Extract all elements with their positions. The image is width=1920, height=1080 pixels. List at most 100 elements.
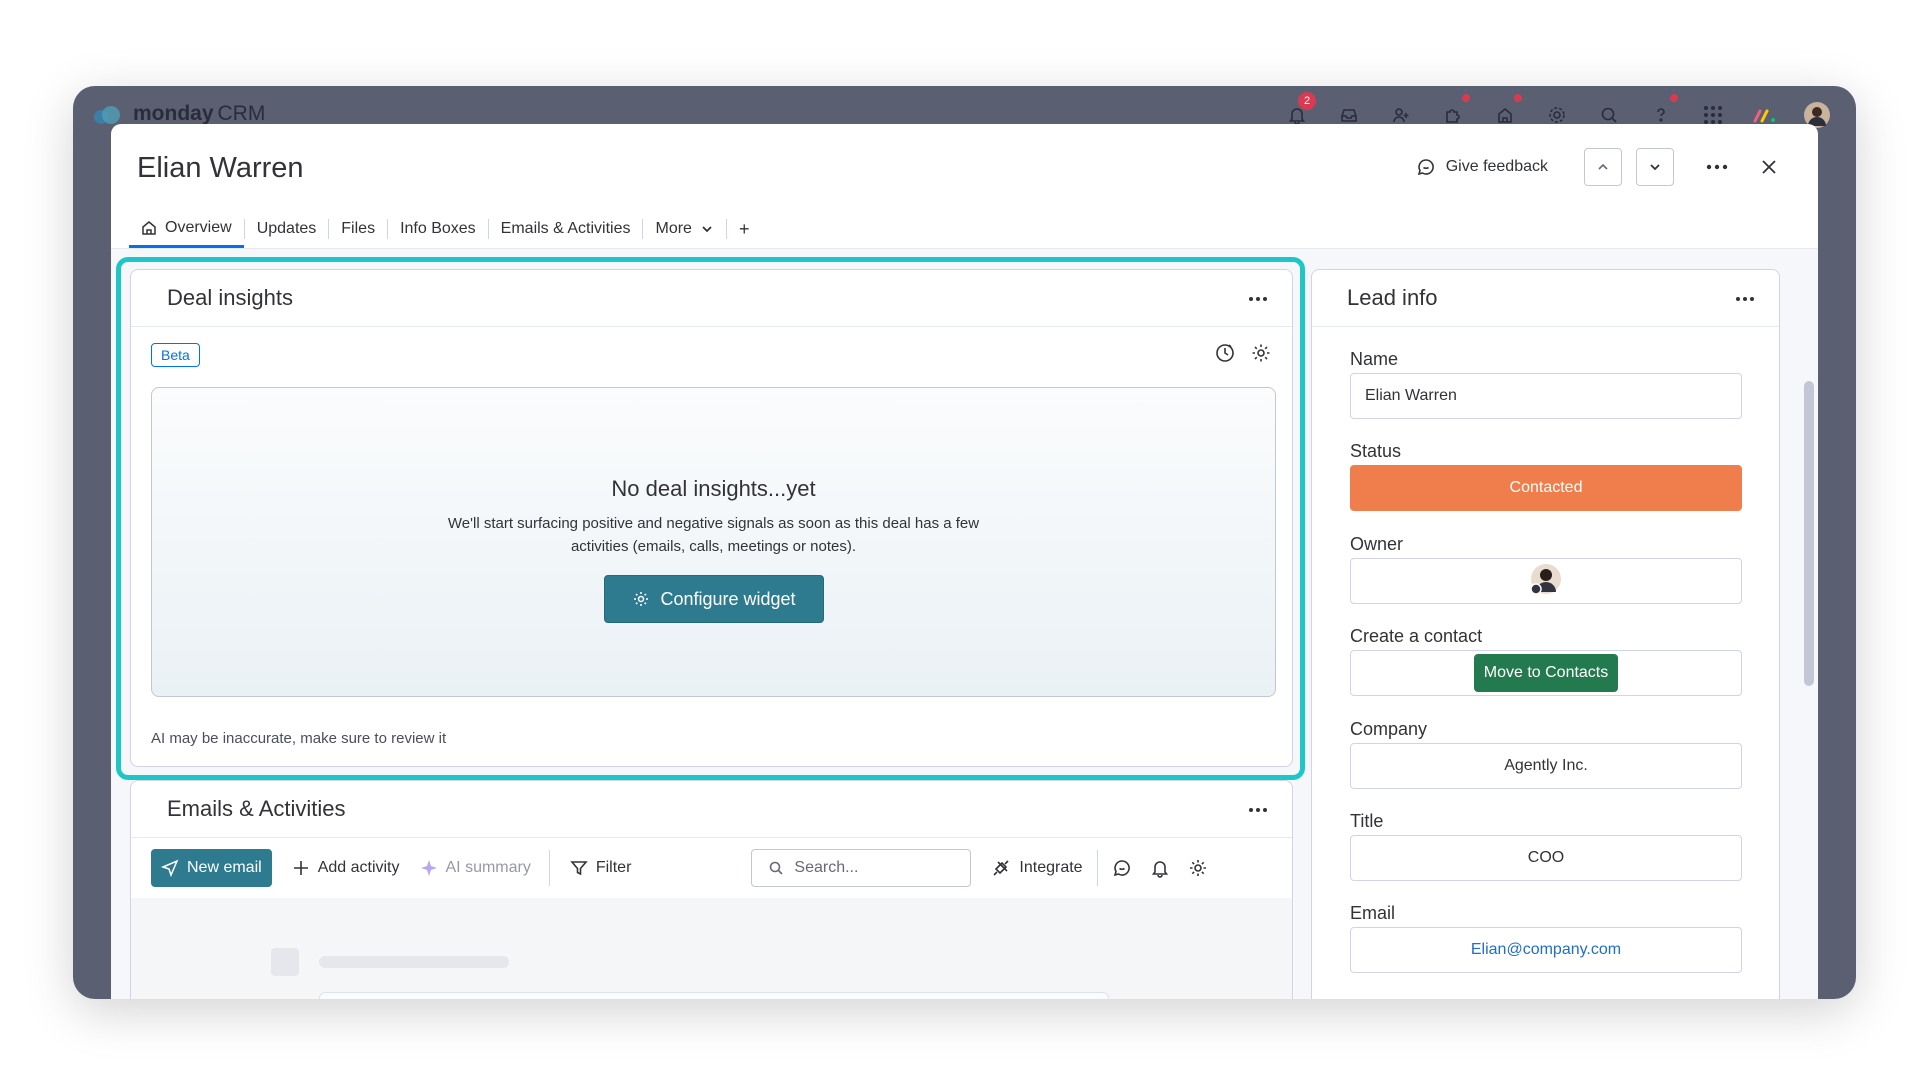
tab-info-boxes-label: Info Boxes xyxy=(400,220,476,237)
title-field[interactable]: COO xyxy=(1350,835,1742,881)
notification-count-badge: 2 xyxy=(1298,92,1316,110)
chevron-down-icon xyxy=(1650,164,1660,171)
deal-insights-highlight-frame xyxy=(116,257,1305,780)
plug-icon xyxy=(993,860,1009,876)
close-icon xyxy=(1762,160,1776,174)
send-icon xyxy=(161,859,179,877)
emails-activities-card: Emails & Activities New email Add activi… xyxy=(130,780,1293,999)
activities-list-loading xyxy=(131,898,1292,999)
chevron-down-icon xyxy=(702,226,712,233)
chevron-up-icon xyxy=(1598,163,1608,170)
item-tabs: Overview Updates Files Info Boxes Emails… xyxy=(129,210,761,248)
new-email-button[interactable]: New email xyxy=(151,849,272,887)
tab-files-label: Files xyxy=(341,220,376,237)
tab-more[interactable]: More xyxy=(643,210,725,248)
previous-item-button[interactable] xyxy=(1584,148,1622,186)
gear-icon[interactable] xyxy=(1188,858,1208,878)
title-value: COO xyxy=(1527,849,1565,866)
more-dots-icon xyxy=(1706,164,1728,170)
owner-field[interactable] xyxy=(1350,558,1742,604)
more-dots-icon xyxy=(1249,808,1267,812)
tab-overview[interactable]: Overview xyxy=(129,210,244,248)
name-field-label: Name xyxy=(1350,349,1399,369)
search-icon xyxy=(770,861,783,875)
filter-button[interactable]: Filter xyxy=(570,859,632,877)
scrollbar-thumb[interactable] xyxy=(1804,381,1814,686)
tab-updates[interactable]: Updates xyxy=(245,210,329,248)
loading-skeleton-line xyxy=(319,956,509,968)
emails-activities-menu-button[interactable] xyxy=(1248,800,1268,818)
monday-logo-icon xyxy=(93,103,123,125)
lead-info-title: Lead info xyxy=(1347,285,1438,310)
filter-label: Filter xyxy=(595,859,632,876)
move-to-contacts-button[interactable]: Move to Contacts xyxy=(1473,654,1619,692)
ai-sparkle-icon xyxy=(420,860,437,876)
ai-summary-label: AI summary xyxy=(445,859,531,876)
activities-search-input[interactable]: Search... xyxy=(751,849,972,887)
chat-icon[interactable] xyxy=(1112,858,1132,878)
toolbar-divider xyxy=(1096,850,1098,886)
owner-field-label: Owner xyxy=(1350,534,1404,554)
create-contact-field: Move to Contacts xyxy=(1350,650,1742,696)
tab-emails-activities-label: Emails & Activities xyxy=(500,220,631,237)
name-field[interactable]: Elian Warren xyxy=(1350,373,1742,419)
toolbar-divider xyxy=(548,850,550,886)
search-placeholder: Search... xyxy=(794,859,859,876)
tab-more-label: More xyxy=(655,220,692,237)
add-tab-label: + xyxy=(738,218,750,239)
status-field-label: Status xyxy=(1350,441,1402,461)
tab-overview-label: Overview xyxy=(165,218,232,236)
lead-info-header: Lead info xyxy=(1312,270,1779,327)
company-field-label: Company xyxy=(1350,719,1428,739)
close-modal-button[interactable] xyxy=(1750,148,1788,186)
help-dot xyxy=(1670,94,1678,102)
tab-files[interactable]: Files xyxy=(329,210,387,248)
tab-emails-activities[interactable]: Emails & Activities xyxy=(489,210,643,248)
loading-skeleton-avatar xyxy=(271,948,299,976)
app-window: monday CRM 2 Elian Warren Give feedback … xyxy=(73,86,1856,999)
item-content-area: Deal insights Beta No deal insights...ye… xyxy=(111,248,1818,999)
email-link[interactable]: Elian@company.com xyxy=(1471,941,1621,959)
email-field-label: Email xyxy=(1350,903,1396,923)
brand-logo[interactable]: monday CRM xyxy=(93,102,265,126)
plus-icon xyxy=(293,861,308,875)
add-activity-button[interactable]: Add activity xyxy=(292,859,400,877)
give-feedback-button[interactable]: Give feedback xyxy=(1416,157,1548,177)
company-value: Agently Inc. xyxy=(1504,757,1588,774)
bell-icon[interactable] xyxy=(1150,858,1170,878)
marketplace-dot xyxy=(1514,94,1522,102)
modal-actions: Give feedback xyxy=(1416,148,1788,186)
modal-scrollbar[interactable] xyxy=(1800,249,1818,999)
apps-dot xyxy=(1462,94,1470,102)
company-field[interactable]: Agently Inc. xyxy=(1350,743,1742,789)
create-contact-label: Create a contact xyxy=(1350,626,1483,646)
brand-name: monday xyxy=(133,102,214,125)
status-value: Contacted xyxy=(1509,479,1583,496)
add-activity-label: Add activity xyxy=(317,859,400,876)
emails-activities-header: Emails & Activities xyxy=(131,781,1292,838)
name-field-value: Elian Warren xyxy=(1365,387,1457,404)
title-field-label: Title xyxy=(1350,811,1384,831)
item-more-options-button[interactable] xyxy=(1698,148,1736,186)
email-field[interactable]: Elian@company.com xyxy=(1350,927,1742,973)
integrate-label: Integrate xyxy=(1019,859,1083,876)
item-title[interactable]: Elian Warren xyxy=(137,152,304,185)
owner-avatar[interactable] xyxy=(1529,562,1563,601)
add-tab-button[interactable]: + xyxy=(727,210,762,248)
ai-summary-button[interactable]: AI summary xyxy=(420,859,531,877)
lead-info-card: Lead info Name Elian Warren Status Conta… xyxy=(1311,269,1780,999)
more-dots-icon xyxy=(1736,297,1754,301)
emails-activities-toolbar: New email Add activity AI summary Filter xyxy=(131,838,1292,898)
brand-product: CRM xyxy=(217,102,266,125)
item-card-modal: Elian Warren Give feedback Overview Upda… xyxy=(111,124,1818,999)
next-item-button[interactable] xyxy=(1636,148,1674,186)
emails-activities-title: Emails & Activities xyxy=(167,796,346,821)
integrate-button[interactable]: Integrate xyxy=(991,858,1083,878)
lead-info-menu-button[interactable] xyxy=(1735,289,1755,307)
filter-icon xyxy=(570,861,588,876)
status-field[interactable]: Contacted xyxy=(1350,465,1742,511)
new-email-label: New email xyxy=(187,859,262,876)
feedback-chat-icon xyxy=(1417,159,1434,176)
tab-updates-label: Updates xyxy=(256,220,317,237)
tab-info-boxes[interactable]: Info Boxes xyxy=(388,210,488,248)
